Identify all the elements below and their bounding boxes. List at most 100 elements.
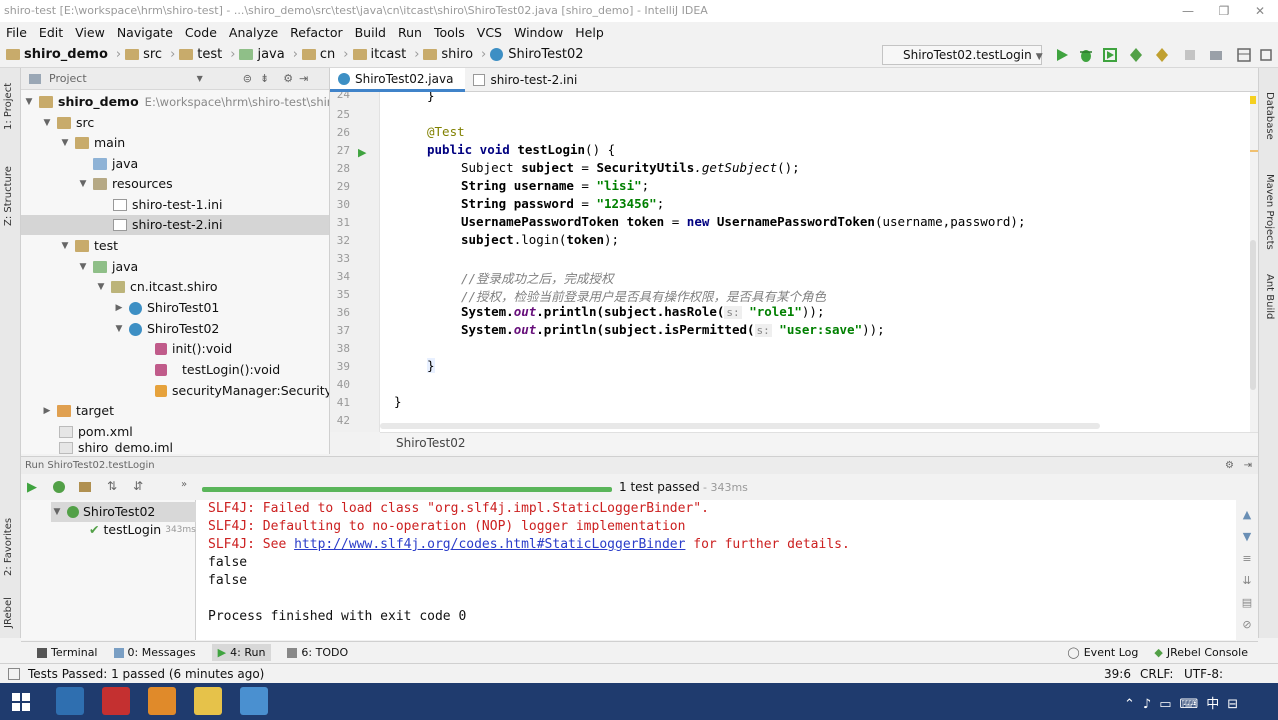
test-node-class[interactable]: ▼ ShiroTest02	[51, 502, 196, 522]
tree-item-src[interactable]: ▼ src	[41, 113, 95, 133]
project-panel-title[interactable]: Project	[49, 72, 87, 85]
expand-arrow-icon[interactable]: ▼	[59, 133, 71, 153]
tree-item-pom[interactable]: pom.xml	[59, 422, 133, 442]
expand-arrow-icon[interactable]: ▶	[41, 401, 53, 421]
menu-analyze[interactable]: Analyze	[229, 25, 278, 40]
gear-icon[interactable]: ⚙	[283, 72, 293, 85]
tree-item-securitymanager[interactable]: securityManager:SecurityM	[155, 381, 329, 401]
jrebel-debug-icon[interactable]	[1154, 47, 1170, 63]
run-configuration-select[interactable]: ShiroTest02.testLogin ▼	[882, 45, 1043, 65]
tab-messages[interactable]: 0: Messages	[113, 646, 196, 659]
expand-arrow-icon[interactable]: ▼	[59, 236, 71, 256]
windows-start-icon[interactable]	[12, 693, 30, 711]
crumb-project[interactable]: shiro_demo	[6, 47, 108, 62]
expand-arrow-icon[interactable]: ▼	[77, 174, 89, 194]
tree-item-shirotest02[interactable]: ▼ ShiroTest02	[113, 319, 220, 339]
tab-shirotest02-java[interactable]: ShiroTest02.java	[330, 68, 466, 92]
crumb-shiro[interactable]: › shiro	[410, 47, 473, 62]
crumb-test[interactable]: › test	[166, 47, 222, 62]
stop-icon[interactable]	[1182, 47, 1198, 63]
caret-position[interactable]: 39:6	[1104, 664, 1131, 684]
build-icon[interactable]	[1208, 47, 1224, 63]
menu-refactor[interactable]: Refactor	[290, 25, 342, 40]
rerun-icon[interactable]: ▶	[27, 480, 37, 495]
wrap-icon[interactable]: ≡	[1238, 548, 1256, 570]
status-message[interactable]: Tests Passed: 1 passed (6 minutes ago)	[28, 667, 264, 681]
menu-window[interactable]: Window	[514, 25, 563, 40]
intellij-taskbar-icon[interactable]	[102, 687, 130, 715]
app2-taskbar-icon[interactable]	[148, 687, 176, 715]
expand-arrow-icon[interactable]: ▼	[51, 502, 63, 522]
menu-file[interactable]: File	[6, 25, 27, 40]
tab-todo[interactable]: 6: TODO	[287, 646, 348, 659]
crumb-itcast[interactable]: › itcast	[339, 47, 406, 62]
jrebel-console-button[interactable]: ◆ JRebel Console	[1154, 646, 1248, 659]
menu-navigate[interactable]: Navigate	[117, 25, 173, 40]
minimize-icon[interactable]: —	[1170, 0, 1206, 22]
system-tray-icons[interactable]: ⌃♪▭⌨中⊟	[1124, 693, 1246, 712]
test-node-method[interactable]: ✔ testLogin 343ms	[89, 520, 196, 540]
tree-item-resources[interactable]: ▼ resources	[77, 174, 173, 194]
run-test-gutter-icon[interactable]: ▶	[358, 146, 366, 159]
menu-view[interactable]: View	[75, 25, 105, 40]
line-separator[interactable]: CRLF:	[1140, 664, 1173, 684]
database-tool-tab[interactable]: Database	[1264, 92, 1275, 140]
app-taskbar-icon[interactable]	[56, 687, 84, 715]
tree-item-init[interactable]: init():void	[155, 339, 232, 359]
show-passed-icon[interactable]	[53, 481, 65, 493]
expand-arrow-icon[interactable]: ▼	[41, 113, 53, 133]
chevron-down-icon[interactable]: ▼	[197, 74, 203, 83]
expand-arrow-icon[interactable]: ▼	[23, 92, 35, 112]
tab-run[interactable]: ▶ 4: Run	[211, 644, 272, 661]
show-ignored-icon[interactable]	[79, 482, 91, 492]
tree-item-shiro-demo[interactable]: ▼ shiro_demo E:\workspace\hrm\shiro-test\s…	[23, 92, 329, 112]
gear-icon[interactable]: ⚙	[1225, 457, 1234, 475]
tree-item-shiro-test-2-ini[interactable]: shiro-test-2.ini	[21, 215, 329, 235]
down-arrow-icon[interactable]: ▼	[1238, 526, 1256, 548]
crumb-class[interactable]: › ShiroTest02	[477, 47, 583, 62]
sort-duration-icon[interactable]: ⇵	[133, 479, 143, 493]
horizontal-scrollbar[interactable]	[380, 423, 1100, 429]
code-editor[interactable]: } @Test public void testLogin() { Subjec…	[380, 92, 1250, 432]
menu-tools[interactable]: Tools	[434, 25, 465, 40]
favorites-tool-tab[interactable]: 2: Favorites	[3, 518, 14, 576]
sync-icon[interactable]: ⊜	[243, 72, 252, 85]
clear-icon[interactable]: ⊘	[1238, 614, 1256, 636]
menu-edit[interactable]: Edit	[39, 25, 63, 40]
menu-run[interactable]: Run	[398, 25, 422, 40]
expand-arrow-icon[interactable]: ▼	[77, 257, 89, 277]
more-icon[interactable]: »	[181, 479, 187, 490]
crumb-java[interactable]: › java	[226, 47, 284, 62]
collapse-all-icon[interactable]: ⇟	[260, 72, 269, 85]
close-icon[interactable]: ✕	[1242, 0, 1278, 22]
project-tool-tab[interactable]: 1: Project	[3, 83, 14, 130]
menu-help[interactable]: Help	[575, 25, 604, 40]
search-everywhere-icon[interactable]	[1258, 47, 1274, 63]
editor-breadcrumb[interactable]: ShiroTest02	[380, 432, 1258, 454]
tree-item-shiro-test-1-ini[interactable]: shiro-test-1.ini	[113, 195, 222, 215]
tab-shiro-test-2-ini[interactable]: shiro-test-2.ini	[465, 68, 589, 92]
sort-alpha-icon[interactable]: ⇅	[107, 479, 117, 493]
menu-vcs[interactable]: VCS	[477, 25, 502, 40]
scroll-end-icon[interactable]: ⇊	[1238, 570, 1256, 592]
app3-taskbar-icon[interactable]	[240, 687, 268, 715]
debug-icon[interactable]	[1078, 47, 1094, 63]
structure-tool-tab[interactable]: Z: Structure	[3, 166, 14, 226]
event-log-button[interactable]: ◯ Event Log	[1067, 646, 1138, 659]
expand-arrow-icon[interactable]: ▼	[95, 277, 107, 297]
run-icon[interactable]	[1054, 47, 1070, 63]
up-arrow-icon[interactable]: ▲	[1238, 504, 1256, 526]
crumb-src[interactable]: › src	[112, 47, 162, 62]
file-encoding[interactable]: UTF-8:	[1184, 664, 1223, 684]
console-link[interactable]: http://www.slf4j.org/codes.html#StaticLo…	[294, 537, 685, 552]
ant-tool-tab[interactable]: Ant Build	[1264, 274, 1275, 319]
tab-terminal[interactable]: Terminal	[37, 646, 98, 659]
print-icon[interactable]: ▤	[1238, 592, 1256, 614]
console-output[interactable]: SLF4J: Failed to load class "org.slf4j.i…	[196, 500, 1236, 640]
menu-build[interactable]: Build	[355, 25, 386, 40]
file-explorer-taskbar-icon[interactable]	[194, 687, 222, 715]
tree-item-iml[interactable]: shiro_demo.iml	[59, 442, 173, 454]
crumb-cn[interactable]: › cn	[289, 47, 336, 62]
tree-item-testlogin[interactable]: testLogin():void	[155, 360, 280, 380]
tree-item-test[interactable]: ▼ test	[59, 236, 118, 256]
